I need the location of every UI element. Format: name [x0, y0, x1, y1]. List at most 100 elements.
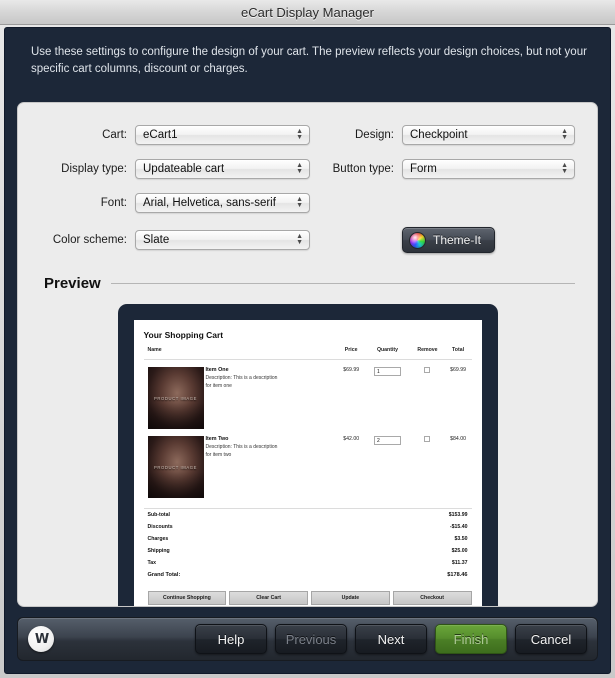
column-header-quantity: Quantity: [364, 347, 411, 360]
color-scheme-select[interactable]: Slate ▲ ▼: [135, 230, 310, 250]
ecart-display-manager-window: eCart Display Manager Use these settings…: [0, 0, 615, 678]
totals-row-charges: Charges $3.50: [144, 533, 472, 545]
preview-title: Preview: [44, 275, 101, 292]
settings-panel: Cart: eCart1 ▲▼ Design: Checkpoint ▲▼: [17, 102, 598, 607]
design-select-value: Checkpoint: [410, 129, 468, 141]
instructions-text: Use these settings to configure the desi…: [31, 46, 587, 75]
chevron-updown-icon: ▲ ▼: [296, 162, 303, 175]
dialog-footer: W Help Previous Next Finish Cancel: [17, 617, 598, 661]
display-type-label: Display type:: [61, 163, 127, 175]
window-title: eCart Display Manager: [241, 4, 374, 20]
continue-shopping-button[interactable]: Continue Shopping: [147, 591, 227, 605]
chevron-updown-icon: ▲ ▼: [296, 128, 303, 141]
subtotal-value: $153.99: [448, 512, 468, 518]
item-description: Description: This is a description for i…: [205, 375, 278, 389]
preview-heading: Preview: [18, 267, 597, 292]
item-price: $69.99: [343, 367, 360, 373]
cart-preview-title: Your Shopping Cart: [143, 330, 224, 340]
quantity-input[interactable]: 2: [373, 436, 401, 445]
button-type-select[interactable]: Form ▲ ▼: [402, 159, 575, 179]
form-row-colorscheme-theme: Color scheme: Slate ▲ ▼ Theme-It: [32, 227, 583, 253]
update-button[interactable]: Update: [311, 591, 390, 605]
product-image-icon: PRODUCT IMAGE: [147, 367, 204, 429]
form-row-cart-design: Cart: eCart1 ▲ ▼ Design: Checkpoint ▲ ▼: [32, 125, 583, 145]
product-image-label: PRODUCT IMAGE: [153, 395, 198, 401]
grand-total-value: $178.46: [447, 572, 468, 578]
form-row-font: Font: Arial, Helvetica, sans-serif ▲ ▼: [32, 193, 583, 213]
charges-label: Charges: [147, 536, 169, 542]
item-price: $42.00: [343, 436, 360, 442]
subtotal-label: Sub-total: [147, 512, 170, 518]
previous-button: Previous: [275, 624, 347, 654]
item-remove-cell: [410, 429, 444, 498]
tax-value: $11.37: [451, 560, 468, 566]
column-header-name: Name: [143, 347, 338, 360]
item-thumbnail-cell: PRODUCT IMAGE: [144, 360, 206, 429]
cart-items-table: Name Price Quantity Remove Total PRODUCT…: [143, 347, 472, 498]
quantity-input[interactable]: 1: [373, 367, 401, 376]
cart-select-value: eCart1: [143, 129, 178, 141]
item-remove-cell: [410, 360, 444, 430]
tax-label: Tax: [147, 560, 157, 566]
column-header-price: Price: [337, 347, 365, 360]
cancel-button[interactable]: Cancel: [515, 624, 587, 654]
font-select-value: Arial, Helvetica, sans-serif: [143, 197, 276, 209]
table-row: PRODUCT IMAGE Item One Description: This…: [144, 360, 472, 430]
clear-cart-button[interactable]: Clear Cart: [229, 591, 308, 605]
design-select[interactable]: Checkpoint ▲ ▼: [402, 125, 575, 145]
remove-checkbox[interactable]: [424, 367, 431, 373]
font-label: Font:: [100, 197, 127, 209]
grand-total-label: Grand Total:: [147, 572, 181, 578]
checkout-button[interactable]: Checkout: [392, 591, 472, 605]
discounts-label: Discounts: [147, 524, 173, 530]
chevron-updown-icon: ▲ ▼: [561, 128, 568, 141]
discounts-value: -$15.40: [449, 524, 468, 530]
finish-button: Finish: [435, 624, 507, 654]
color-scheme-label: Color scheme:: [52, 234, 127, 246]
cart-select[interactable]: eCart1 ▲ ▼: [135, 125, 310, 145]
form-row-displaytype-buttontype: Display type: Updateable cart ▲ ▼ Button …: [32, 159, 583, 179]
chevron-updown-icon: ▲ ▼: [296, 233, 303, 246]
remove-checkbox[interactable]: [424, 436, 431, 442]
webassist-logo-icon: W: [28, 626, 54, 652]
product-image-icon: PRODUCT IMAGE: [147, 436, 204, 498]
button-type-label: Button type:: [332, 163, 394, 175]
totals-row-subtotal: Sub-total $153.99: [144, 509, 472, 521]
column-header-total: Total: [444, 347, 472, 360]
font-select[interactable]: Arial, Helvetica, sans-serif ▲ ▼: [135, 193, 310, 213]
column-header-remove: Remove: [410, 347, 445, 360]
shipping-value: $25.00: [451, 548, 468, 554]
item-name: Item Two: [205, 436, 229, 442]
cart-totals: Sub-total $153.99 Discounts -$15.40 Char…: [143, 508, 472, 581]
next-button[interactable]: Next: [355, 624, 427, 654]
totals-row-discounts: Discounts -$15.40: [144, 521, 472, 533]
color-wheel-icon: [409, 231, 426, 249]
color-scheme-select-value: Slate: [143, 234, 170, 246]
item-info-cell: Item One Description: This is a descript…: [206, 360, 338, 430]
item-description: Description: This is a description for i…: [205, 444, 278, 458]
display-type-select-value: Updateable cart: [143, 163, 225, 175]
cart-action-buttons: Continue Shopping Clear Cart Update Chec…: [144, 591, 472, 605]
cart-preview-content: Your Shopping Cart Name Price Quantity R…: [133, 320, 482, 606]
chevron-updown-icon: ▲ ▼: [561, 162, 568, 175]
button-type-select-value: Form: [410, 163, 437, 175]
item-thumbnail-cell: PRODUCT IMAGE: [144, 429, 206, 498]
design-label: Design:: [355, 129, 394, 141]
totals-row-shipping: Shipping $25.00: [144, 545, 472, 557]
product-image-label: PRODUCT IMAGE: [153, 464, 198, 470]
item-quantity-cell: 2: [365, 429, 411, 498]
chevron-updown-icon: ▲ ▼: [296, 196, 303, 209]
form-area: Cart: eCart1 ▲▼ Design: Checkpoint ▲▼: [18, 103, 597, 253]
cart-label: Cart:: [102, 129, 127, 141]
totals-row-tax: Tax $11.37: [144, 557, 472, 569]
display-type-select[interactable]: Updateable cart ▲ ▼: [135, 159, 310, 179]
theme-it-label: Theme-It: [433, 233, 482, 247]
cart-table-header-row: Name Price Quantity Remove Total: [143, 347, 472, 360]
preview-divider: [110, 283, 575, 284]
cart-preview-frame: Your Shopping Cart Name Price Quantity R…: [117, 304, 498, 606]
charges-value: $3.50: [454, 536, 468, 542]
totals-row-grand-total: Grand Total: $178.46: [144, 569, 472, 581]
window-titlebar: eCart Display Manager: [0, 0, 615, 25]
help-button[interactable]: Help: [195, 624, 267, 654]
theme-it-button[interactable]: Theme-It: [402, 227, 496, 253]
